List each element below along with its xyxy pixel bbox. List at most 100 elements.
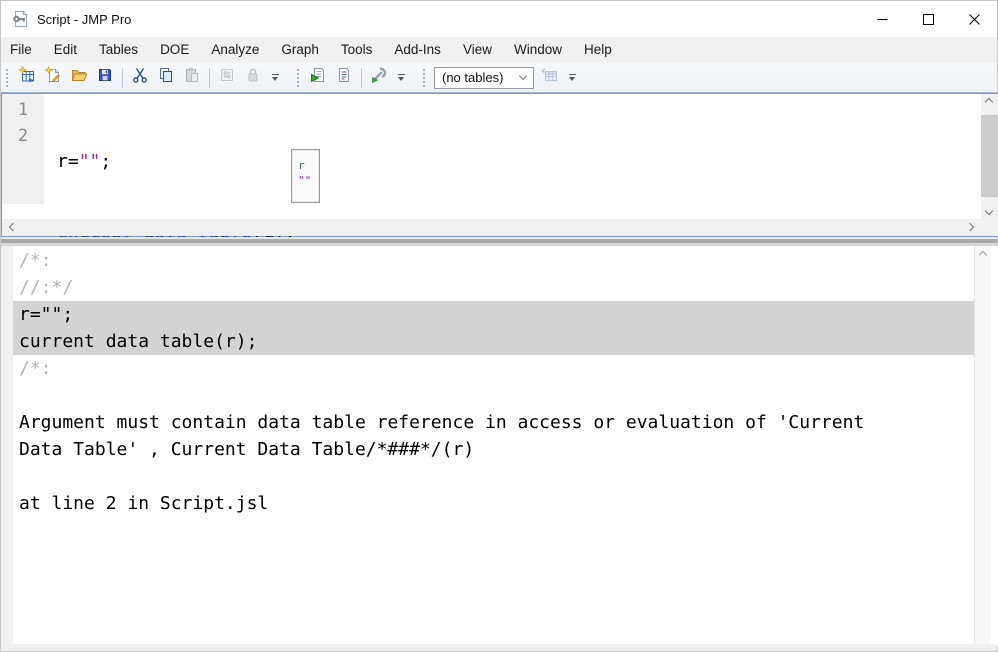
close-icon [969,14,980,25]
menu-tables[interactable]: Tables [88,37,149,63]
lock-icon [244,66,262,89]
menu-analyze[interactable]: Analyze [200,37,270,63]
scroll-left-icon[interactable] [9,223,17,231]
menu-tools[interactable]: Tools [330,37,384,63]
code-line-1: r=""; [57,149,981,175]
log-line-selected: r=""; [13,301,974,328]
copy-icon [157,66,175,89]
tables-dropdown[interactable]: (no tables) [434,67,534,89]
log-gutter [1,246,13,646]
overflow-bar-icon [398,74,405,75]
window-title: Script - JMP Pro [37,12,131,27]
overflow-bar-icon [569,74,576,75]
toolbar: (no tables) [1,63,997,93]
associate-table-icon [541,66,559,89]
log-line: /*: [13,355,974,382]
toolbar-grip[interactable] [296,68,300,88]
save-icon [96,66,114,89]
pane-splitter[interactable] [1,237,997,246]
toolbar-grip[interactable] [5,68,9,88]
menu-graph[interactable]: Graph [270,37,330,63]
scroll-right-icon[interactable] [966,223,974,231]
cut-button[interactable] [127,66,153,90]
editor-horizontal-scrollbar[interactable] [2,219,981,236]
close-button[interactable] [951,1,997,37]
script-editor-pane[interactable]: 1 2 r=""; current data table(r); r "" [1,93,998,237]
jmp-script-icon [11,10,29,28]
title-bar: Script - JMP Pro [1,1,997,37]
log-line [13,382,974,409]
menu-edit[interactable]: Edit [43,37,88,63]
open-log-icon [335,66,353,89]
toolbar-separator [122,68,123,88]
maximize-icon [923,14,934,25]
menu-help[interactable]: Help [573,37,623,63]
log-line [13,463,974,490]
chevron-down-icon [398,77,404,81]
line-number-gutter: 1 2 [2,94,44,204]
lock-button[interactable] [240,66,266,90]
associate-table-button[interactable] [537,66,563,90]
open-icon [70,66,88,89]
chevron-down-icon [569,77,575,81]
copy-button[interactable] [153,66,179,90]
minimize-icon [877,14,888,25]
paste-icon [183,66,201,89]
format-options-button[interactable] [214,66,240,90]
tables-dropdown-value: (no tables) [442,70,513,85]
debug-script-icon [370,66,388,89]
scrollbar-thumb[interactable] [981,115,998,197]
debug-script-button[interactable] [366,66,392,90]
toolbar-separator [209,68,210,88]
overflow-bar-icon [272,74,279,75]
variable-value-tooltip: r "" [291,149,320,203]
minimize-button[interactable] [859,1,905,37]
log-line-selected: current data table(r); [13,328,974,355]
cut-icon [131,66,149,89]
string-token: "" [79,151,101,172]
scroll-up-icon[interactable] [979,251,987,259]
run-script-button[interactable] [305,66,331,90]
tooltip-variable-name: r [298,158,319,173]
log-line: //:*/ [13,274,974,301]
maximize-button[interactable] [905,1,951,37]
new-data-table-icon [18,66,36,89]
new-script-button[interactable] [40,66,66,90]
toolbar-overflow-button[interactable] [565,67,579,89]
chevron-down-icon [513,76,533,79]
chevron-down-icon [272,77,278,81]
menu-add-ins[interactable]: Add-Ins [383,37,452,63]
menu-bar: File Edit Tables DOE Analyze Graph Tools… [1,37,997,63]
script-code-area[interactable]: r=""; current data table(r); [44,94,981,204]
run-script-icon [309,66,327,89]
paste-button[interactable] [179,66,205,90]
open-button[interactable] [66,66,92,90]
scroll-down-icon[interactable] [985,207,993,215]
toolbar-separator [361,68,362,88]
scroll-up-icon[interactable] [985,98,993,106]
line-number: 1 [2,97,44,123]
log-error-line: Data Table' , Current Data Table/*###*/(… [13,436,974,463]
log-text-area[interactable]: /*: //:*/ r=""; current data table(r); /… [13,247,974,517]
scrollbar-corner [981,219,998,236]
log-error-location-line: at line 2 in Script.jsl [13,490,974,517]
log-pane[interactable]: /*: //:*/ r=""; current data table(r); /… [1,246,998,646]
menu-file[interactable]: File [1,37,43,63]
log-error-line: Argument must contain data table referen… [13,409,974,436]
log-vertical-scrollbar[interactable] [974,246,991,646]
open-log-button[interactable] [331,66,357,90]
menu-window[interactable]: Window [503,37,573,63]
log-line: /*: [13,247,974,274]
new-script-icon [44,66,62,89]
new-data-table-button[interactable] [14,66,40,90]
save-button[interactable] [92,66,118,90]
toolbar-overflow-button[interactable] [268,67,282,89]
toolbar-grip[interactable] [422,68,426,88]
window-frame [1,644,997,651]
toolbar-overflow-button[interactable] [394,67,408,89]
editor-vertical-scrollbar[interactable] [981,94,998,219]
menu-doe[interactable]: DOE [149,37,200,63]
window-controls [859,1,997,37]
menu-view[interactable]: View [452,37,503,63]
line-number: 2 [2,123,44,149]
